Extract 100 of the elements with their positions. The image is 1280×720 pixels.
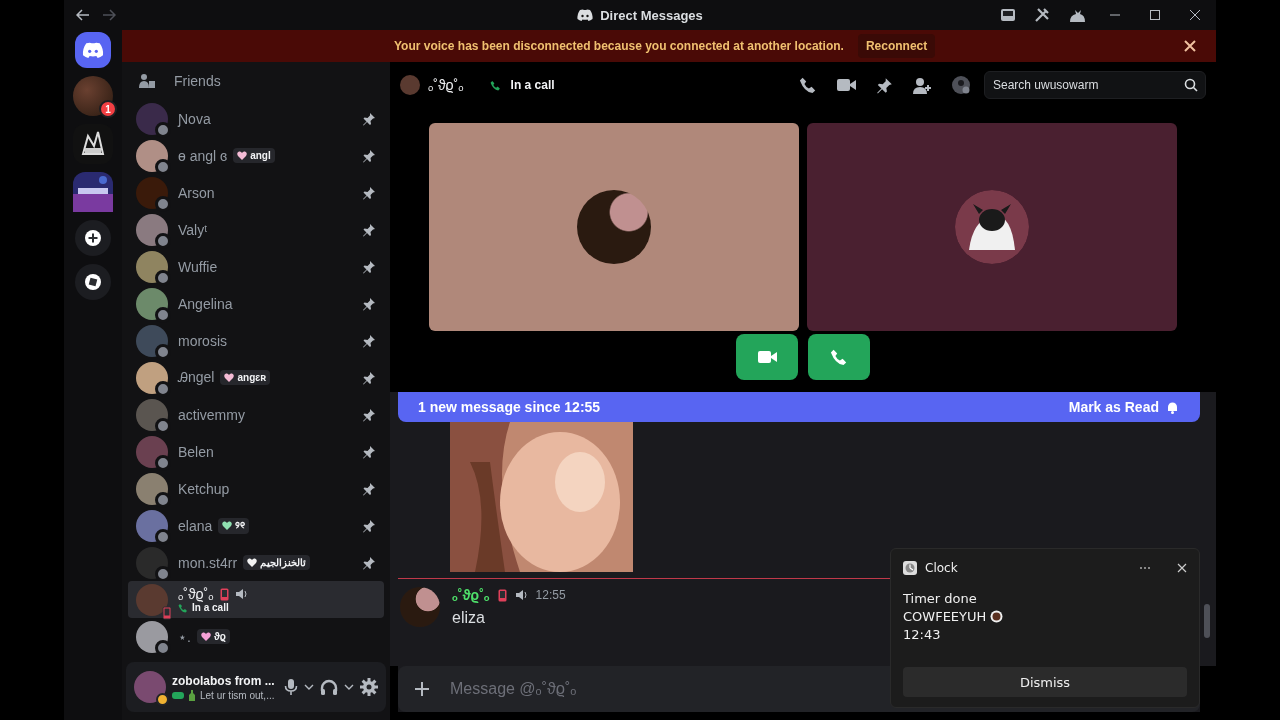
tag: ئالخنزالجيم [243, 555, 311, 570]
dm-item[interactable]: elana ୨୧ [128, 507, 384, 544]
gamepad-icon [172, 690, 184, 700]
timestamp: 12:55 [535, 588, 566, 602]
unread-bar[interactable]: 1 new message since 12:55 Mark as Read [398, 392, 1200, 422]
inbox-icon[interactable] [1000, 8, 1016, 22]
settings-icon[interactable] [360, 678, 378, 696]
status-dot [156, 693, 169, 706]
notification-body: COWFEEYUH [903, 609, 987, 624]
scrollbar[interactable] [1204, 604, 1210, 638]
avatar[interactable] [134, 671, 166, 703]
pin-icon[interactable] [362, 370, 376, 385]
dm-item[interactable]: Valyᵗ [128, 211, 384, 248]
search-field[interactable]: Search uwusowarm [984, 71, 1206, 99]
headset-icon[interactable] [320, 678, 338, 696]
pin-icon[interactable] [362, 185, 376, 200]
video-icon [757, 350, 777, 364]
add-friend-icon[interactable] [913, 76, 932, 94]
dm-item[interactable]: activemmy [128, 396, 384, 433]
avatar[interactable] [73, 76, 113, 116]
dm-item[interactable]: Angelina [128, 285, 384, 322]
add-icon[interactable] [414, 681, 430, 697]
compass-icon [84, 273, 102, 291]
tag: angl [233, 148, 275, 163]
close-icon[interactable] [1184, 40, 1196, 52]
tag: ୨୧ [218, 517, 250, 534]
author-name[interactable]: ₒ˚ϑϱ˚ₒ [452, 587, 490, 603]
reconnect-button[interactable]: Reconnect [857, 34, 936, 58]
call-icon[interactable] [799, 76, 817, 94]
phone-icon [178, 602, 188, 613]
pin-icon[interactable] [362, 407, 376, 422]
tools-icon[interactable] [1034, 7, 1050, 23]
window-title: Direct Messages [600, 7, 703, 23]
pin-icon[interactable] [876, 76, 893, 94]
explore-button[interactable] [75, 264, 111, 300]
call-status: In a call [510, 78, 555, 92]
unread-text: 1 new message since 12:55 [418, 399, 601, 415]
caret-icon[interactable] [344, 684, 354, 690]
home-button[interactable] [75, 32, 111, 68]
phone-icon [830, 348, 848, 366]
pin-icon[interactable] [362, 111, 376, 126]
dm-item[interactable]: Ɲova [128, 100, 384, 137]
notification-time: 12:43 [903, 627, 942, 642]
tag: ϑϱ [196, 629, 230, 644]
phone-icon [497, 588, 507, 602]
notification-title: Timer done [903, 591, 978, 606]
pin-icon[interactable] [362, 518, 376, 533]
close-icon[interactable] [1177, 563, 1187, 573]
caret-icon[interactable] [304, 684, 314, 690]
video-icon[interactable] [837, 78, 856, 92]
call-status: In a call [192, 602, 229, 613]
chat-title: ₒ˚ϑϱ˚ₒ [428, 77, 464, 93]
phone-icon [489, 79, 501, 91]
pin-icon[interactable] [362, 444, 376, 459]
dm-item[interactable]: Wuffie [128, 248, 384, 285]
mark-read-icon [1165, 400, 1180, 414]
friends-item[interactable]: Friends [122, 62, 390, 100]
mark-as-read-button[interactable]: Mark as Read [1068, 399, 1159, 415]
speaker-icon [514, 589, 528, 601]
dm-item[interactable]: morosis [128, 322, 384, 359]
pin-icon[interactable] [362, 481, 376, 496]
join-call-button[interactable] [808, 334, 870, 380]
clock-icon [903, 561, 917, 575]
dm-item[interactable]: Ꭿngel angɛʀ [128, 359, 384, 396]
phone-icon [219, 587, 229, 601]
dm-item[interactable]: Belen [128, 433, 384, 470]
friends-icon [138, 73, 156, 89]
pin-icon[interactable] [362, 333, 376, 348]
profile-icon[interactable] [952, 76, 970, 94]
dm-item[interactable]: Ketchup [128, 470, 384, 507]
plus-icon [84, 229, 102, 247]
pin-icon[interactable] [362, 148, 376, 163]
notification-badge: 1 [99, 100, 117, 118]
avatar [400, 587, 440, 627]
app-name: Clock [925, 561, 958, 575]
back-icon[interactable] [76, 9, 90, 21]
microphone-icon[interactable] [284, 678, 298, 696]
pin-icon[interactable] [362, 555, 376, 570]
avatar [400, 75, 420, 95]
dm-item[interactable]: ⋆. ϑϱ [128, 618, 384, 655]
search-icon [1184, 78, 1198, 92]
banner-text: Your voice has been disconnected because you connected at another location. [394, 39, 844, 53]
username: zobolabos from ... [172, 673, 275, 688]
dm-item[interactable]: Arson [128, 174, 384, 211]
add-server-button[interactable] [75, 220, 111, 256]
pin-icon[interactable] [362, 259, 376, 274]
discord-logo-icon [577, 9, 594, 21]
message-text: eliza [452, 609, 486, 627]
bottle-icon [188, 689, 196, 701]
tag: angɛʀ [220, 370, 271, 385]
dm-item[interactable]: ɵ angl ɞ angl [128, 137, 384, 174]
custom-status: Let ur tism out,... [200, 689, 275, 701]
more-icon[interactable] [1139, 566, 1151, 570]
video-button[interactable] [736, 334, 798, 380]
discord-logo-icon [82, 42, 104, 58]
pin-icon[interactable] [362, 222, 376, 237]
dismiss-button[interactable]: Dismiss [903, 667, 1187, 697]
speaker-icon [234, 588, 248, 600]
dm-item[interactable]: ₒ˚ϑϱ˚ₒ In a call [128, 581, 384, 618]
pin-icon[interactable] [362, 296, 376, 311]
